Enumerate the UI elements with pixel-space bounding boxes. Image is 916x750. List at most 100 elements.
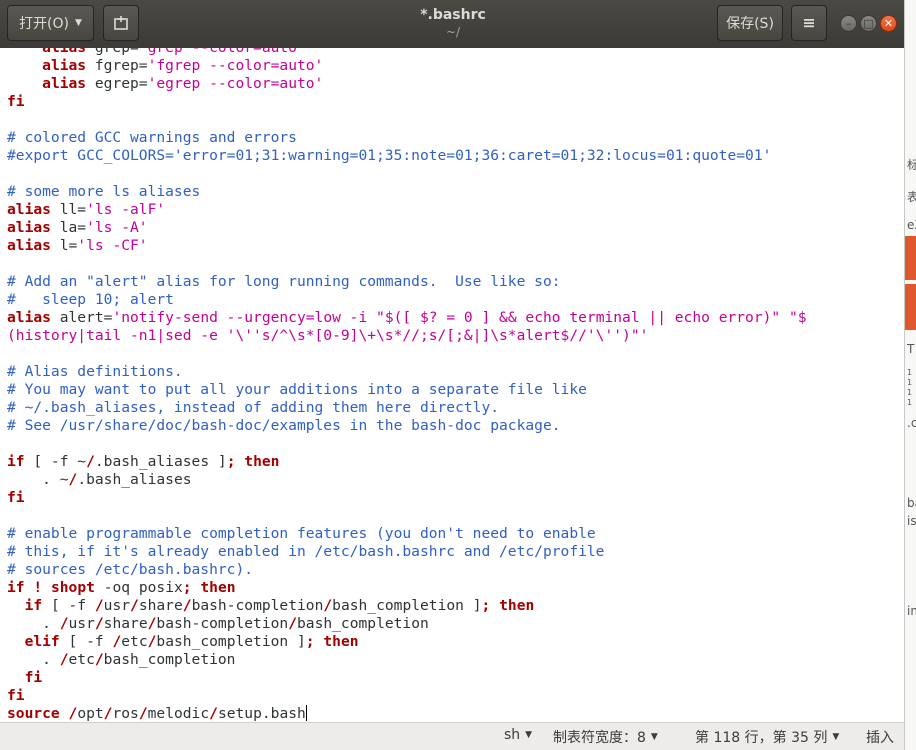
cursor-position-selector[interactable]: 第 118 行，第 35 列 ▼: [695, 727, 839, 747]
code-token: bash_completion: [103, 651, 236, 668]
code-line[interactable]: # enable programmable completion feature…: [7, 525, 807, 543]
save-button-label: 保存(S): [726, 16, 774, 32]
code-line[interactable]: alias ll='ls -alF': [7, 201, 807, 219]
code-token: (history|tail -n1|sed -e '\''s/^\s*[0-9]…: [7, 327, 649, 344]
window-subtitle: ~/: [445, 25, 461, 39]
code-token: /: [130, 597, 139, 614]
code-line[interactable]: fi: [7, 489, 807, 507]
new-document-button[interactable]: [103, 5, 139, 41]
code-line[interactable]: . /usr/share/bash-completion/bash_comple…: [7, 615, 807, 633]
menu-button[interactable]: [791, 5, 827, 41]
code-token: /: [323, 597, 333, 614]
background-text: is: [907, 514, 916, 528]
chevron-down-icon: ▼: [650, 732, 658, 742]
code-token: ;: [481, 597, 491, 614]
code-line[interactable]: . /etc/bash_completion: [7, 651, 807, 669]
code-token: ll=: [50, 201, 87, 218]
code-line[interactable]: alias l='ls -CF': [7, 237, 807, 255]
code-line[interactable]: [7, 507, 807, 525]
code-token: [ -f ~: [24, 453, 87, 470]
code-line[interactable]: # ~/.bash_aliases, instead of adding the…: [7, 399, 807, 417]
code-token: egrep=: [86, 75, 148, 92]
code-line[interactable]: alias fgrep='fgrep --color=auto': [7, 57, 807, 75]
header-bar: 打开(O) ▼ *.bashrc ~/ 保存(S) – □ ✕: [0, 0, 904, 49]
code-line[interactable]: alias alert='notify-send --urgency=low -…: [7, 309, 807, 327]
code-token: ;: [305, 633, 315, 650]
text-editor[interactable]: alias grep='grep --color=auto' alias fgr…: [0, 48, 904, 722]
code-token: alias: [42, 57, 87, 74]
background-text: 1: [907, 368, 913, 377]
code-line[interactable]: [7, 111, 807, 129]
code-line[interactable]: #export GCC_COLORS='error=01;31:warning=…: [7, 147, 807, 165]
code-line[interactable]: # See /usr/share/doc/bash-doc/examples i…: [7, 417, 807, 435]
code-token: /: [68, 471, 78, 488]
code-line[interactable]: fi: [7, 669, 807, 687]
window-maximize-icon[interactable]: □: [860, 15, 877, 32]
background-text: 1: [907, 398, 913, 407]
code-token: la=: [50, 219, 87, 236]
tab-width-label: 制表符宽度：8: [553, 730, 646, 746]
code-token: usr: [68, 615, 95, 632]
code-line[interactable]: # sources /etc/bash.bashrc).: [7, 561, 807, 579]
code-line[interactable]: . ~/.bash_aliases: [7, 471, 807, 489]
code-token: fi: [7, 687, 25, 704]
code-token: then: [499, 597, 535, 614]
code-token: then: [323, 633, 359, 650]
code-line[interactable]: fi: [7, 93, 807, 111]
code-line[interactable]: elif [ -f /etc/bash_completion ]; then: [7, 633, 807, 651]
code-token: usr: [103, 597, 131, 614]
tab-width-selector[interactable]: 制表符宽度：8 ▼: [553, 727, 658, 747]
code-line[interactable]: alias egrep='egrep --color=auto': [7, 75, 807, 93]
background-text: eX: [907, 218, 916, 232]
code-token: 'notify-send --urgency=low -i "$([ $? = …: [112, 309, 807, 326]
code-line[interactable]: # You may want to put all your additions…: [7, 381, 807, 399]
code-line[interactable]: # colored GCC warnings and errors: [7, 129, 807, 147]
code-line[interactable]: if ! shopt -oq posix; then: [7, 579, 807, 597]
window-minimize-icon[interactable]: –: [840, 15, 857, 32]
code-token: bash-completion: [156, 615, 289, 632]
code-token: # enable programmable completion feature…: [7, 525, 596, 542]
code-line[interactable]: [7, 435, 807, 453]
code-token: [ -f: [42, 597, 95, 614]
background-text: ba: [907, 496, 916, 510]
code-line[interactable]: # Alias definitions.: [7, 363, 807, 381]
code-token: .: [7, 615, 60, 632]
code-token: share: [138, 597, 183, 614]
code-token: bash-completion: [191, 597, 324, 614]
code-line[interactable]: if [ -f ~/.bash_aliases ]; then: [7, 453, 807, 471]
code-line[interactable]: # this, if it's already enabled in /etc/…: [7, 543, 807, 561]
code-token: # colored GCC warnings and errors: [7, 129, 297, 146]
code-line[interactable]: source /opt/ros/melodic/setup.bash: [7, 705, 807, 722]
code-token: # Add an "alert" alias for long running …: [7, 273, 561, 290]
language-label: sh: [504, 727, 521, 743]
code-line[interactable]: [7, 255, 807, 273]
code-line[interactable]: (history|tail -n1|sed -e '\''s/^\s*[0-9]…: [7, 327, 807, 345]
code-view[interactable]: alias grep='grep --color=auto' alias fgr…: [7, 48, 807, 722]
background-text: 1: [907, 378, 913, 387]
code-token: /: [94, 651, 104, 668]
code-token: ;: [182, 579, 192, 596]
code-line[interactable]: # sleep 10; alert: [7, 291, 807, 309]
code-token: then: [200, 579, 236, 596]
window-close-icon[interactable]: ✕: [880, 15, 897, 32]
code-token: # You may want to put all your additions…: [7, 381, 587, 398]
code-line[interactable]: # some more ls aliases: [7, 183, 807, 201]
code-token: .: [7, 651, 60, 668]
code-line[interactable]: alias la='ls -A': [7, 219, 807, 237]
code-line[interactable]: # Add an "alert" alias for long running …: [7, 273, 807, 291]
code-token: 'fgrep --color=auto': [147, 57, 324, 74]
code-line[interactable]: if [ -f /usr/share/bash-completion/bash_…: [7, 597, 807, 615]
code-line[interactable]: fi: [7, 687, 807, 705]
language-selector[interactable]: sh ▼: [504, 727, 532, 743]
save-button[interactable]: 保存(S): [717, 5, 783, 41]
code-line[interactable]: [7, 345, 807, 363]
chevron-down-icon: ▼: [832, 732, 840, 742]
code-token: 'ls -CF': [77, 237, 148, 254]
code-line[interactable]: [7, 165, 807, 183]
open-button[interactable]: 打开(O) ▼: [7, 5, 94, 41]
code-line[interactable]: alias grep='grep --color=auto': [7, 48, 807, 57]
